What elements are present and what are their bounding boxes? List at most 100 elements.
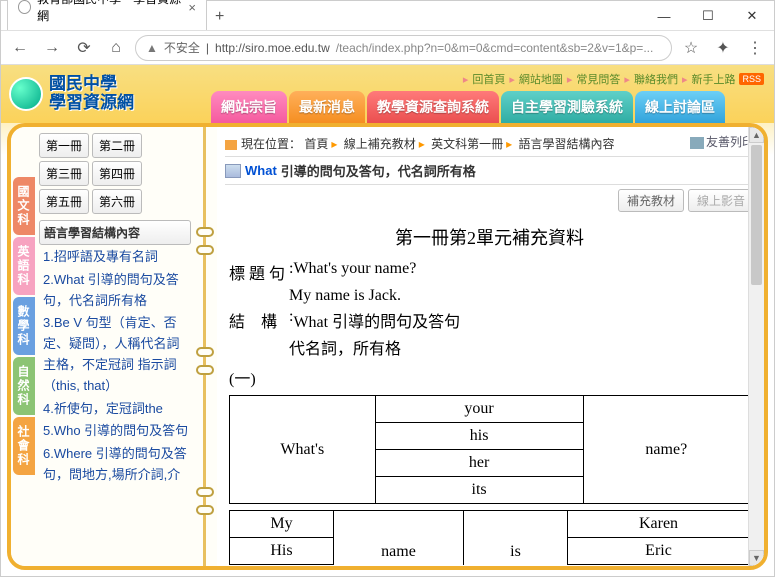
scroll-up-button[interactable]: ▲ bbox=[749, 127, 764, 143]
left-sidebar: 第一冊 第二冊 第三冊 第四冊 第五冊 第六冊 語言學習結構內容 1.招呼語及專… bbox=[35, 127, 193, 566]
table-cell: Eric bbox=[568, 538, 750, 565]
article-title: What 引導的問句及答句，代名詞所有格 bbox=[225, 156, 754, 185]
subject-tab[interactable]: 自然科 bbox=[13, 357, 35, 415]
browser-toolbar: ← → ⟳ ⌂ ▲ 不安全 | http://siro.moe.edu.tw/t… bbox=[1, 31, 774, 65]
browser-titlebar: 教育部國民中學‧學習資源網 × + ― ☐ ✕ bbox=[1, 1, 774, 31]
notebook-spine bbox=[193, 127, 217, 566]
main-nav: 網站宗旨 最新消息 教學資源查詢系統 自主學習測驗系統 線上討論區 bbox=[211, 91, 727, 127]
table-cell: name bbox=[334, 511, 464, 565]
volume-button[interactable]: 第一冊 bbox=[39, 133, 89, 158]
subject-tab[interactable]: 英語科 bbox=[13, 237, 35, 295]
quick-links: ▸回首頁 ▸網站地圖 ▸常見問答 ▸聯絡我們 ▸新手上路 RSS bbox=[463, 71, 764, 87]
sidebar-heading: 語言學習結構內容 bbox=[39, 220, 191, 245]
table-cell: his bbox=[375, 423, 583, 450]
title-keyword: What bbox=[245, 163, 277, 178]
rss-badge[interactable]: RSS bbox=[739, 73, 764, 85]
volume-button[interactable]: 第二冊 bbox=[92, 133, 142, 158]
table-cell: What's bbox=[230, 396, 376, 504]
structure-text: What 引導的問句及答句 bbox=[293, 308, 460, 332]
sidebar-list: 1.招呼語及專有名詞 2.What 引導的問句及答句，代名詞所有格 3.Be V… bbox=[37, 247, 193, 566]
nav-reload-button[interactable]: ⟳ bbox=[71, 35, 97, 61]
sidebar-item[interactable]: 1.招呼語及專有名詞 bbox=[43, 247, 189, 268]
quicklink[interactable]: 常見問答 bbox=[576, 71, 620, 87]
table-cell: name? bbox=[583, 396, 749, 504]
sidebar-item[interactable]: 2.What 引導的問句及答句，代名詞所有格 bbox=[43, 270, 189, 312]
volume-button[interactable]: 第六冊 bbox=[92, 189, 142, 214]
tab-close-icon[interactable]: × bbox=[188, 0, 196, 15]
nav-tab[interactable]: 最新消息 bbox=[289, 91, 365, 127]
table-cell: Karen bbox=[568, 511, 750, 538]
content-scrollbar[interactable]: ▲ ▼ bbox=[748, 127, 764, 566]
structure-label: 結 構 bbox=[229, 308, 289, 332]
quicklink[interactable]: 聯絡我們 bbox=[634, 71, 678, 87]
subject-tabs: 國文科 英語科 數學科 自然科 社會科 bbox=[11, 127, 35, 566]
menu-icon[interactable]: ⋮ bbox=[742, 35, 768, 61]
subject-tab[interactable]: 國文科 bbox=[13, 177, 35, 235]
window-minimize-button[interactable]: ― bbox=[642, 2, 686, 30]
grammar-table-2: My name is Karen His Eric bbox=[229, 510, 750, 565]
nav-tab[interactable]: 自主學習測驗系統 bbox=[501, 91, 633, 127]
nav-tab[interactable]: 網站宗旨 bbox=[211, 91, 287, 127]
table-cell: His bbox=[230, 538, 334, 565]
table-cell: your bbox=[375, 396, 583, 423]
browser-tab[interactable]: 教育部國民中學‧學習資源網 × bbox=[7, 0, 207, 30]
quicklink[interactable]: 新手上路 bbox=[691, 71, 735, 87]
supplement-button[interactable]: 補充教材 bbox=[618, 189, 684, 212]
example-sentence: What's your name? bbox=[293, 260, 416, 284]
breadcrumb-link[interactable]: 線上補充教材 bbox=[344, 137, 416, 151]
print-link[interactable]: 友善列印 bbox=[690, 133, 754, 150]
insecure-icon: ▲ bbox=[146, 41, 158, 55]
new-tab-button[interactable]: + bbox=[207, 4, 232, 30]
breadcrumb-current: 語言學習結構內容 bbox=[519, 137, 615, 151]
nav-back-button[interactable]: ← bbox=[7, 35, 33, 61]
table-cell: its bbox=[375, 477, 583, 504]
video-button[interactable]: 線上影音 bbox=[688, 189, 754, 212]
breadcrumb-link[interactable]: 英文科第一冊 bbox=[431, 137, 503, 151]
site-title-2: 學習資源網 bbox=[49, 94, 134, 113]
breadcrumb: 現在位置： 首頁▸ 線上補充教材▸ 英文科第一冊▸ 語言學習結構內容 bbox=[225, 133, 754, 154]
breadcrumb-icon bbox=[225, 140, 237, 150]
table-cell: her bbox=[375, 450, 583, 477]
table-cell: My bbox=[230, 511, 334, 538]
volume-button[interactable]: 第三冊 bbox=[39, 161, 89, 186]
title-rest: 引導的問句及答句，代名詞所有格 bbox=[281, 161, 476, 180]
tab-favicon bbox=[18, 0, 31, 14]
content-heading: 第一冊第2單元補充資料 bbox=[229, 224, 750, 250]
grammar-table-1: What's your name? his her its bbox=[229, 395, 750, 504]
volume-button[interactable]: 第四冊 bbox=[92, 161, 142, 186]
scroll-thumb[interactable] bbox=[751, 145, 762, 285]
printer-icon bbox=[690, 137, 704, 149]
nav-forward-button[interactable]: → bbox=[39, 35, 65, 61]
subject-tab[interactable]: 數學科 bbox=[13, 297, 35, 355]
site-logo[interactable]: 國民中學 學習資源網 bbox=[1, 75, 134, 112]
window-maximize-button[interactable]: ☐ bbox=[686, 2, 730, 30]
subject-tab[interactable]: 社會科 bbox=[13, 417, 35, 475]
sidebar-item[interactable]: 3.Be V 句型（肯定、否定、疑問），人稱代名詞主格，不定冠詞 指示詞（thi… bbox=[43, 313, 189, 396]
content-area: 現在位置： 首頁▸ 線上補充教材▸ 英文科第一冊▸ 語言學習結構內容 友善列印 … bbox=[217, 127, 764, 566]
table-cell: is bbox=[464, 511, 568, 565]
example-label: 標題句 bbox=[229, 260, 289, 284]
bookmark-star-icon[interactable]: ☆ bbox=[678, 35, 704, 61]
site-title-1: 國民中學 bbox=[49, 75, 134, 94]
breadcrumb-link[interactable]: 首頁 bbox=[304, 137, 328, 151]
sidebar-item[interactable]: 4.祈使句，定冠詞the bbox=[43, 399, 189, 420]
site-header: 國民中學 學習資源網 ▸回首頁 ▸網站地圖 ▸常見問答 ▸聯絡我們 ▸新手上路 … bbox=[1, 65, 774, 123]
sidebar-item[interactable]: 5.Who 引導的問句及答句 bbox=[43, 421, 189, 442]
nav-tab[interactable]: 線上討論區 bbox=[635, 91, 725, 127]
volume-button[interactable]: 第五冊 bbox=[39, 189, 89, 214]
address-bar[interactable]: ▲ 不安全 | http://siro.moe.edu.tw/teach/ind… bbox=[135, 35, 672, 61]
scroll-down-button[interactable]: ▼ bbox=[749, 550, 764, 566]
nav-tab[interactable]: 教學資源查詢系統 bbox=[367, 91, 499, 127]
insecure-label: 不安全 bbox=[164, 39, 200, 56]
extension-icon[interactable]: ✦ bbox=[710, 35, 736, 61]
quicklink[interactable]: 網站地圖 bbox=[519, 71, 563, 87]
window-close-button[interactable]: ✕ bbox=[730, 2, 774, 30]
structure-text: 代名詞，所有格 bbox=[289, 335, 401, 359]
sidebar-item[interactable]: 6.Where 引導的問句及答句，問地方,場所介詞,介 bbox=[43, 444, 189, 486]
url-path: /teach/index.php?n=0&m=0&cmd=content&sb=… bbox=[336, 41, 654, 55]
url-host: http://siro.moe.edu.tw bbox=[215, 41, 330, 55]
nav-home-button[interactable]: ⌂ bbox=[103, 35, 129, 61]
tab-title: 教育部國民中學‧學習資源網 bbox=[37, 0, 182, 24]
quicklink[interactable]: 回首頁 bbox=[472, 71, 505, 87]
logo-badge-icon bbox=[9, 77, 43, 111]
